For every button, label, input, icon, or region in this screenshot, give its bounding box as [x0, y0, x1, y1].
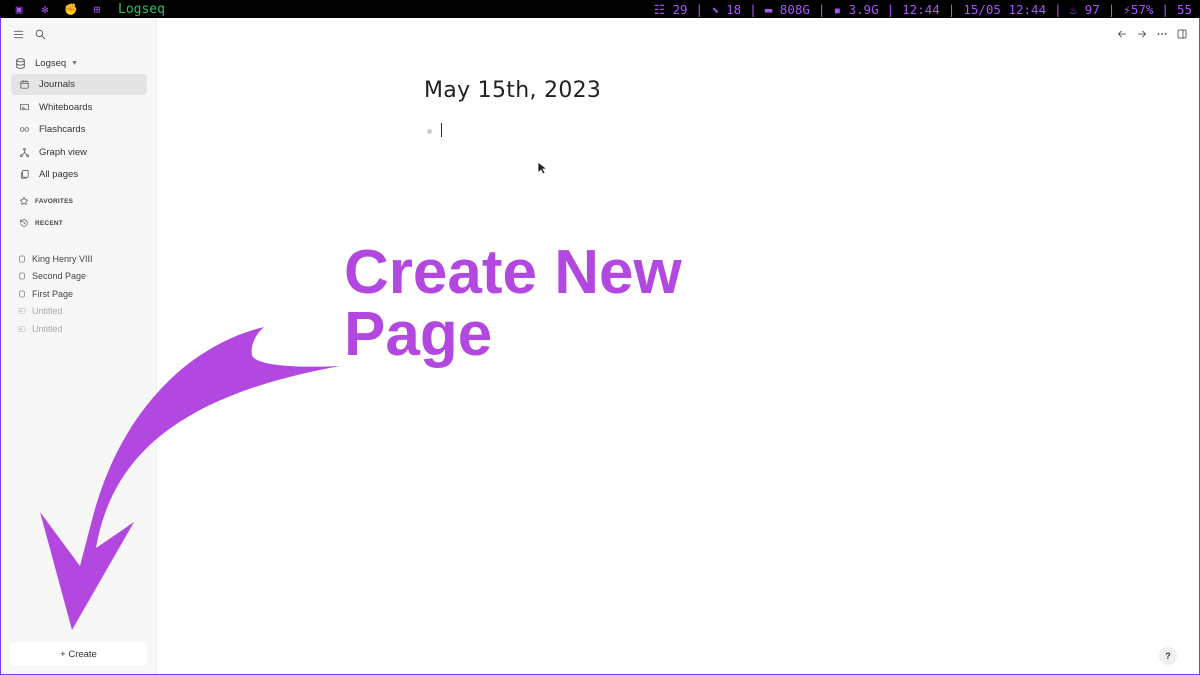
page-icon	[17, 289, 26, 298]
grid-icon[interactable]: ⊞	[84, 3, 110, 16]
recent-item-untitled[interactable]: Untitled	[17, 320, 147, 338]
recent-item-untitled[interactable]: Untitled	[17, 303, 147, 321]
chevron-down-icon: ▼	[71, 59, 79, 67]
disk-indicator: ▬ 808G	[764, 1, 810, 17]
battery-indicator: ⚡57%	[1123, 1, 1154, 17]
graph-selector[interactable]: Logseq ▼	[13, 54, 149, 72]
fist-icon[interactable]: ✊	[58, 3, 84, 16]
sidebar-item-label: Graph view	[39, 146, 88, 158]
whiteboard-icon	[17, 324, 26, 333]
system-status-bar: ▣ ✻ ✊ ⊞ Logseq ☷ 29 | ⬊ 18 | ▬ 808G | ▪ 3.9…	[0, 0, 1200, 18]
mouse-cursor-icon	[537, 161, 547, 175]
recent-item-first-page[interactable]: First Page	[17, 285, 147, 303]
sidebar-item-graph-view[interactable]: Graph view	[11, 142, 147, 163]
favorites-header[interactable]: FAVORITES	[17, 194, 73, 208]
workspace-icons: ▣ ✻ ✊ ⊞	[0, 3, 110, 16]
create-button[interactable]: + Create	[10, 642, 147, 666]
battery-indicator-2: 55	[1176, 1, 1192, 17]
recent-list: King Henry VIII Second Page First Page U…	[17, 250, 147, 338]
sidebar-item-all-pages[interactable]: All pages	[11, 164, 147, 185]
star-icon	[17, 194, 31, 208]
left-sidebar: Logseq ▼ Journals Whiteboards Flashcards…	[1, 18, 157, 674]
sidebar-item-journals[interactable]: Journals	[11, 74, 147, 95]
calendar-icon	[17, 78, 31, 92]
date-clock: 15/05 12:44	[963, 1, 1047, 17]
sidebar-item-label: Whiteboards	[39, 101, 93, 113]
graph-name: Logseq	[35, 57, 67, 69]
forward-arrow-icon[interactable]	[1135, 27, 1149, 41]
infinity-icon	[17, 123, 31, 137]
top-toolbar	[1115, 27, 1189, 41]
memory-indicator: ▪ 3.9G	[833, 1, 879, 17]
sidebar-nav: Journals Whiteboards Flashcards Graph vi…	[11, 74, 147, 187]
right-sidebar-toggle-icon[interactable]	[1175, 27, 1189, 41]
sidebar-item-whiteboards[interactable]: Whiteboards	[11, 97, 147, 118]
more-options-icon[interactable]	[1155, 27, 1169, 41]
files-icon	[17, 168, 31, 182]
search-icon[interactable]	[33, 27, 47, 41]
database-icon	[13, 56, 27, 70]
recent-header[interactable]: RECENT	[17, 216, 63, 230]
active-window-title: Logseq	[118, 1, 165, 17]
whiteboard-icon	[17, 307, 26, 316]
gamepad-icon[interactable]: ▣	[6, 3, 32, 16]
text-caret[interactable]	[441, 123, 442, 137]
temperature-indicator: ♨ 97	[1069, 1, 1100, 17]
tasks-indicator: ☷ 29	[653, 1, 688, 17]
page-icon	[17, 254, 26, 263]
whiteboard-icon	[17, 100, 31, 114]
sidebar-item-label: Flashcards	[39, 124, 86, 135]
menu-icon[interactable]	[11, 27, 25, 41]
updates-indicator: ⬊ 18	[711, 1, 742, 17]
block-bullet[interactable]	[427, 129, 432, 134]
hierarchy-icon	[17, 145, 31, 159]
leaf-icon[interactable]: ✻	[32, 3, 58, 16]
history-icon	[17, 216, 31, 230]
sidebar-item-flashcards[interactable]: Flashcards	[11, 119, 147, 140]
recent-item-king-henry-viii[interactable]: King Henry VIII	[17, 250, 147, 268]
help-button[interactable]: ?	[1159, 647, 1177, 665]
annotation-text: Create New Page	[344, 238, 682, 369]
sidebar-item-label: Journals	[39, 79, 75, 90]
clock: 12:44	[902, 1, 940, 17]
page-icon	[17, 272, 26, 281]
back-arrow-icon[interactable]	[1115, 27, 1129, 41]
recent-item-second-page[interactable]: Second Page	[17, 268, 147, 286]
sidebar-item-label: All pages	[39, 169, 79, 180]
page-title[interactable]: May 15th, 2023	[424, 78, 601, 103]
